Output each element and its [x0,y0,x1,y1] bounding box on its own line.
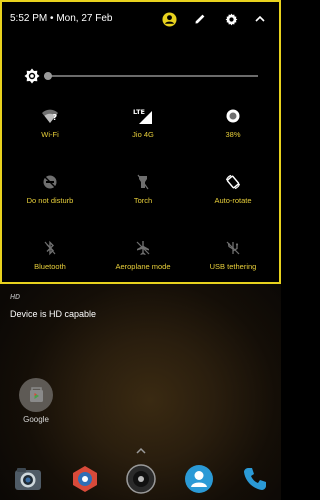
tile-auto-rotate[interactable]: Auto-rotate [188,172,278,222]
tile-wifi[interactable]: ? Wi-Fi [5,106,95,156]
tile-label: Torch [133,196,153,205]
wifi-icon: ? [40,106,60,126]
tile-label: Jio 4G [132,130,154,139]
settings-icon[interactable] [223,11,239,27]
tile-mobile-data[interactable]: LTE Jio 4G [98,106,188,156]
svg-text:?: ? [53,113,58,122]
tile-label: Aeroplane mode [115,262,171,271]
bluetooth-icon [40,238,60,258]
brightness-slider[interactable] [2,64,279,88]
airplane-icon [133,238,153,258]
tile-label: Wi-Fi [41,130,59,139]
collapse-icon[interactable] [252,11,268,27]
brightness-icon [24,68,40,84]
tile-label: USB tethering [209,262,257,271]
brightness-track[interactable] [44,75,258,77]
brightness-thumb[interactable] [44,72,53,80]
tile-torch[interactable]: Torch [98,172,188,222]
auto-rotate-icon [223,172,243,192]
signal-icon: LTE [133,106,153,126]
camera-app-icon[interactable] [13,464,43,494]
settings-app-icon[interactable] [70,464,100,494]
notification-text: Device is HD capable [10,309,97,319]
google-folder-label: Google [23,415,49,424]
tile-label: Bluetooth [34,262,66,271]
quick-settings-panel: 5:52 PM • Mon, 27 Feb ? Wi-Fi LTE Jio 4G… [0,0,281,284]
hd-notification[interactable]: HD Device is HD capable [0,288,281,328]
contacts-app-icon[interactable] [184,464,214,494]
phone-app-icon[interactable] [240,464,270,494]
dnd-icon [40,172,60,192]
notification-app-name: HD [10,294,21,301]
torch-icon [133,172,153,192]
time-date: 5:52 PM • Mon, 27 Feb [10,13,112,24]
app-drawer-chevron-icon[interactable] [134,443,148,454]
clock-time: 5:52 PM [10,13,48,24]
usb-tethering-icon [223,238,243,258]
edit-icon[interactable] [192,11,208,27]
tile-usb-tethering[interactable]: USB tethering [188,238,278,288]
google-folder[interactable]: Google [19,378,53,428]
tile-aeroplane-mode[interactable]: Aeroplane mode [98,238,188,288]
tile-label: Auto-rotate [214,196,252,205]
tile-label: Do not disturb [26,196,74,205]
tile-battery[interactable]: 38% [188,106,278,156]
tile-bluetooth[interactable]: Bluetooth [5,238,95,288]
status-header: 5:52 PM • Mon, 27 Feb [2,2,279,36]
battery-icon [223,106,243,126]
date-text: Mon, 27 Feb [56,13,113,24]
account-icon[interactable] [161,11,177,27]
lte-badge: LTE [133,108,145,116]
tile-do-not-disturb[interactable]: Do not disturb [5,172,95,222]
tile-label: 38% [225,130,241,139]
music-app-icon[interactable] [126,464,156,494]
google-folder-icon [19,378,53,412]
